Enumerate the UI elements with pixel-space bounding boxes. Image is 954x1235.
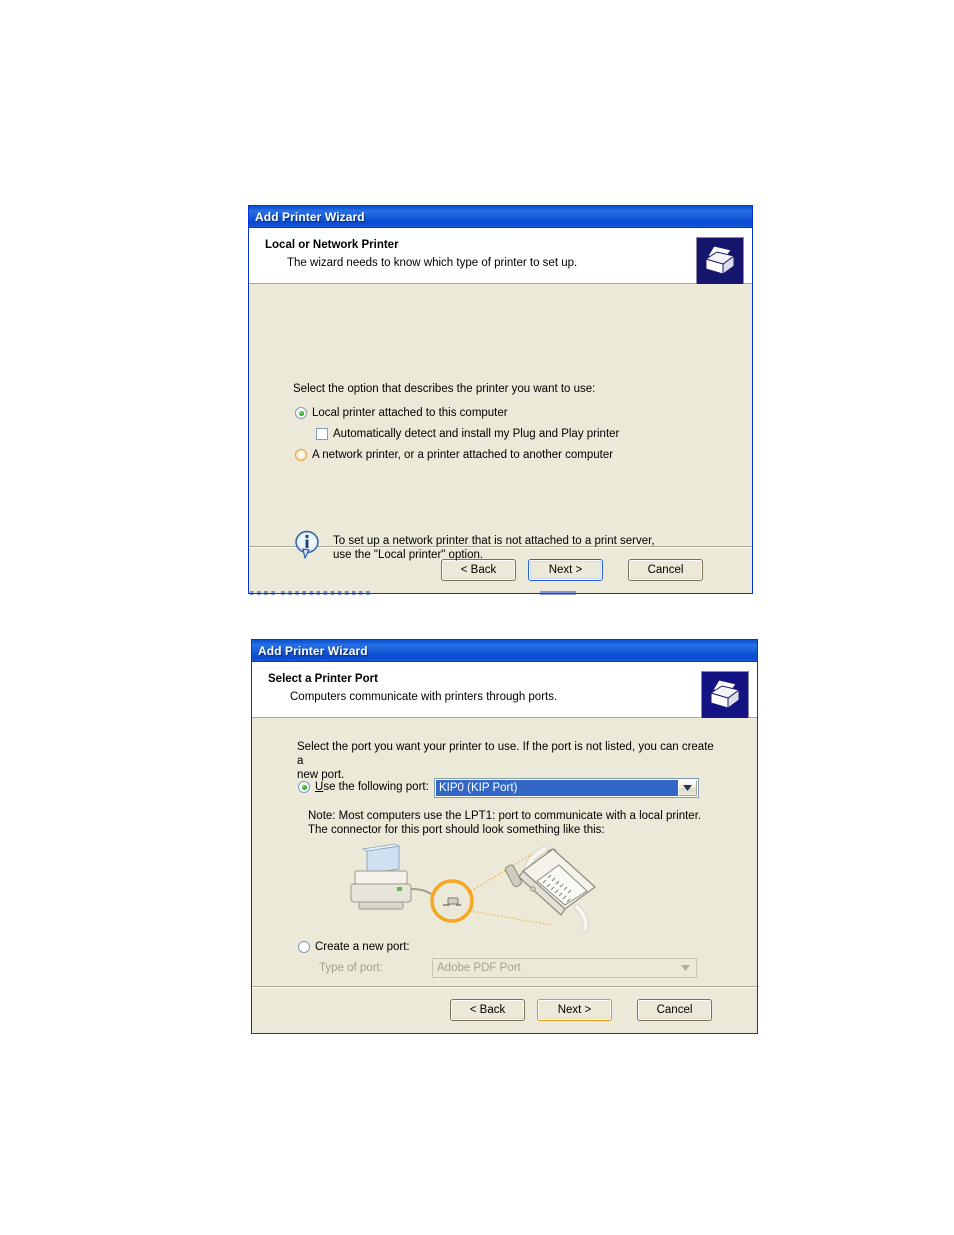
radio-create-new-port[interactable]: [298, 941, 310, 953]
printer-banner-icon: [696, 237, 744, 285]
option-network-printer-label: A network printer, or a printer attached…: [312, 449, 614, 461]
type-of-port-combobox: Adobe PDF Port: [432, 958, 697, 978]
dialog2-note-line2: The connector for this port should look …: [308, 824, 605, 836]
option-network-printer[interactable]: A network printer, or a printer attached…: [295, 448, 613, 462]
info-note-line1: To set up a network printer that is not …: [333, 535, 655, 547]
type-of-port-label: Type of port:: [319, 962, 383, 974]
dialog1-header-texts: Local or Network Printer The wizard need…: [265, 237, 577, 270]
dialog2-note: Note: Most computers use the LPT1: port …: [308, 809, 701, 837]
checkbox-autodetect[interactable]: [316, 428, 328, 440]
dialog2-note-line1: Note: Most computers use the LPT1: port …: [308, 810, 702, 822]
dialog2-body: Select the port you want your printer to…: [252, 718, 757, 986]
printer-parallel-connector-illustration: [350, 843, 596, 933]
next-button[interactable]: Next >: [537, 999, 612, 1021]
dialog1-prompt: Select the option that describes the pri…: [293, 383, 596, 395]
radio-network-printer[interactable]: [295, 449, 307, 461]
dialog2-prompt: Select the port you want your printer to…: [297, 740, 717, 782]
radio-use-following-port[interactable]: [298, 781, 310, 793]
printer-glyph-icon: [704, 245, 736, 275]
printer-glyph-icon: [709, 679, 741, 709]
chevron-down-icon-disabled: [676, 960, 695, 976]
dialog2-header-title: Select a Printer Port: [268, 673, 378, 685]
option-create-new-port[interactable]: Create a new port:: [298, 940, 410, 954]
dialog1-header-subtitle: The wizard needs to know which type of p…: [287, 257, 578, 269]
dialog2-header-subtitle: Computers communicate with printers thro…: [290, 691, 558, 703]
chevron-down-icon[interactable]: [678, 780, 697, 796]
dialog2-prompt-line1: Select the port you want your printer to…: [297, 741, 714, 767]
option-autodetect-label: Automatically detect and install my Plug…: [333, 428, 620, 440]
printer-banner-icon: [701, 671, 749, 719]
dialog2-titlebar[interactable]: Add Printer Wizard: [252, 640, 757, 662]
background-window-artifact: ▌▌▌▌ ▌▌▌▌▌▌▌▌▌▌▌▌▌: [250, 591, 580, 596]
dialog1-header-band: Local or Network Printer The wizard need…: [249, 228, 752, 285]
dialog2-footer: < Back Next > Cancel: [252, 986, 757, 1033]
back-button[interactable]: < Back: [450, 999, 525, 1021]
add-printer-wizard-dialog-2: Add Printer Wizard Select a Printer Port…: [251, 639, 758, 1034]
dialog1-titlebar[interactable]: Add Printer Wizard: [249, 206, 752, 228]
next-button[interactable]: Next >: [528, 559, 603, 581]
radio-local-printer[interactable]: [295, 407, 307, 419]
info-icon: [295, 530, 319, 559]
option-local-printer[interactable]: Local printer attached to this computer: [295, 406, 508, 420]
dialog1-title: Add Printer Wizard: [255, 209, 365, 224]
add-printer-wizard-dialog-1: Add Printer Wizard Local or Network Prin…: [248, 205, 753, 594]
option-use-following-port[interactable]: Use the following port:: [298, 780, 429, 794]
port-select-value: KIP0 (KIP Port): [436, 780, 678, 796]
back-button[interactable]: < Back: [441, 559, 516, 581]
dialog2-header-band: Select a Printer Port Computers communic…: [252, 662, 757, 719]
dialog2-header-texts: Select a Printer Port Computers communic…: [268, 671, 557, 704]
cancel-button[interactable]: Cancel: [637, 999, 712, 1021]
info-note: To set up a network printer that is not …: [295, 530, 655, 562]
info-note-text: To set up a network printer that is not …: [333, 534, 655, 562]
port-select-combobox[interactable]: KIP0 (KIP Port): [434, 778, 699, 798]
dialog2-title: Add Printer Wizard: [258, 643, 368, 658]
option-autodetect[interactable]: Automatically detect and install my Plug…: [316, 427, 619, 441]
option-create-new-port-label: Create a new port:: [315, 941, 410, 953]
info-note-line2: use the "Local printer" option.: [333, 549, 484, 561]
dialog1-body: Select the option that describes the pri…: [249, 284, 752, 561]
cancel-button[interactable]: Cancel: [628, 559, 703, 581]
option-local-printer-label: Local printer attached to this computer: [312, 407, 508, 419]
dialog1-header-title: Local or Network Printer: [265, 239, 399, 251]
use-port-label-rest: se the following port:: [323, 781, 429, 793]
option-use-following-port-label: Use the following port:: [315, 780, 429, 794]
type-of-port-value: Adobe PDF Port: [437, 962, 521, 974]
